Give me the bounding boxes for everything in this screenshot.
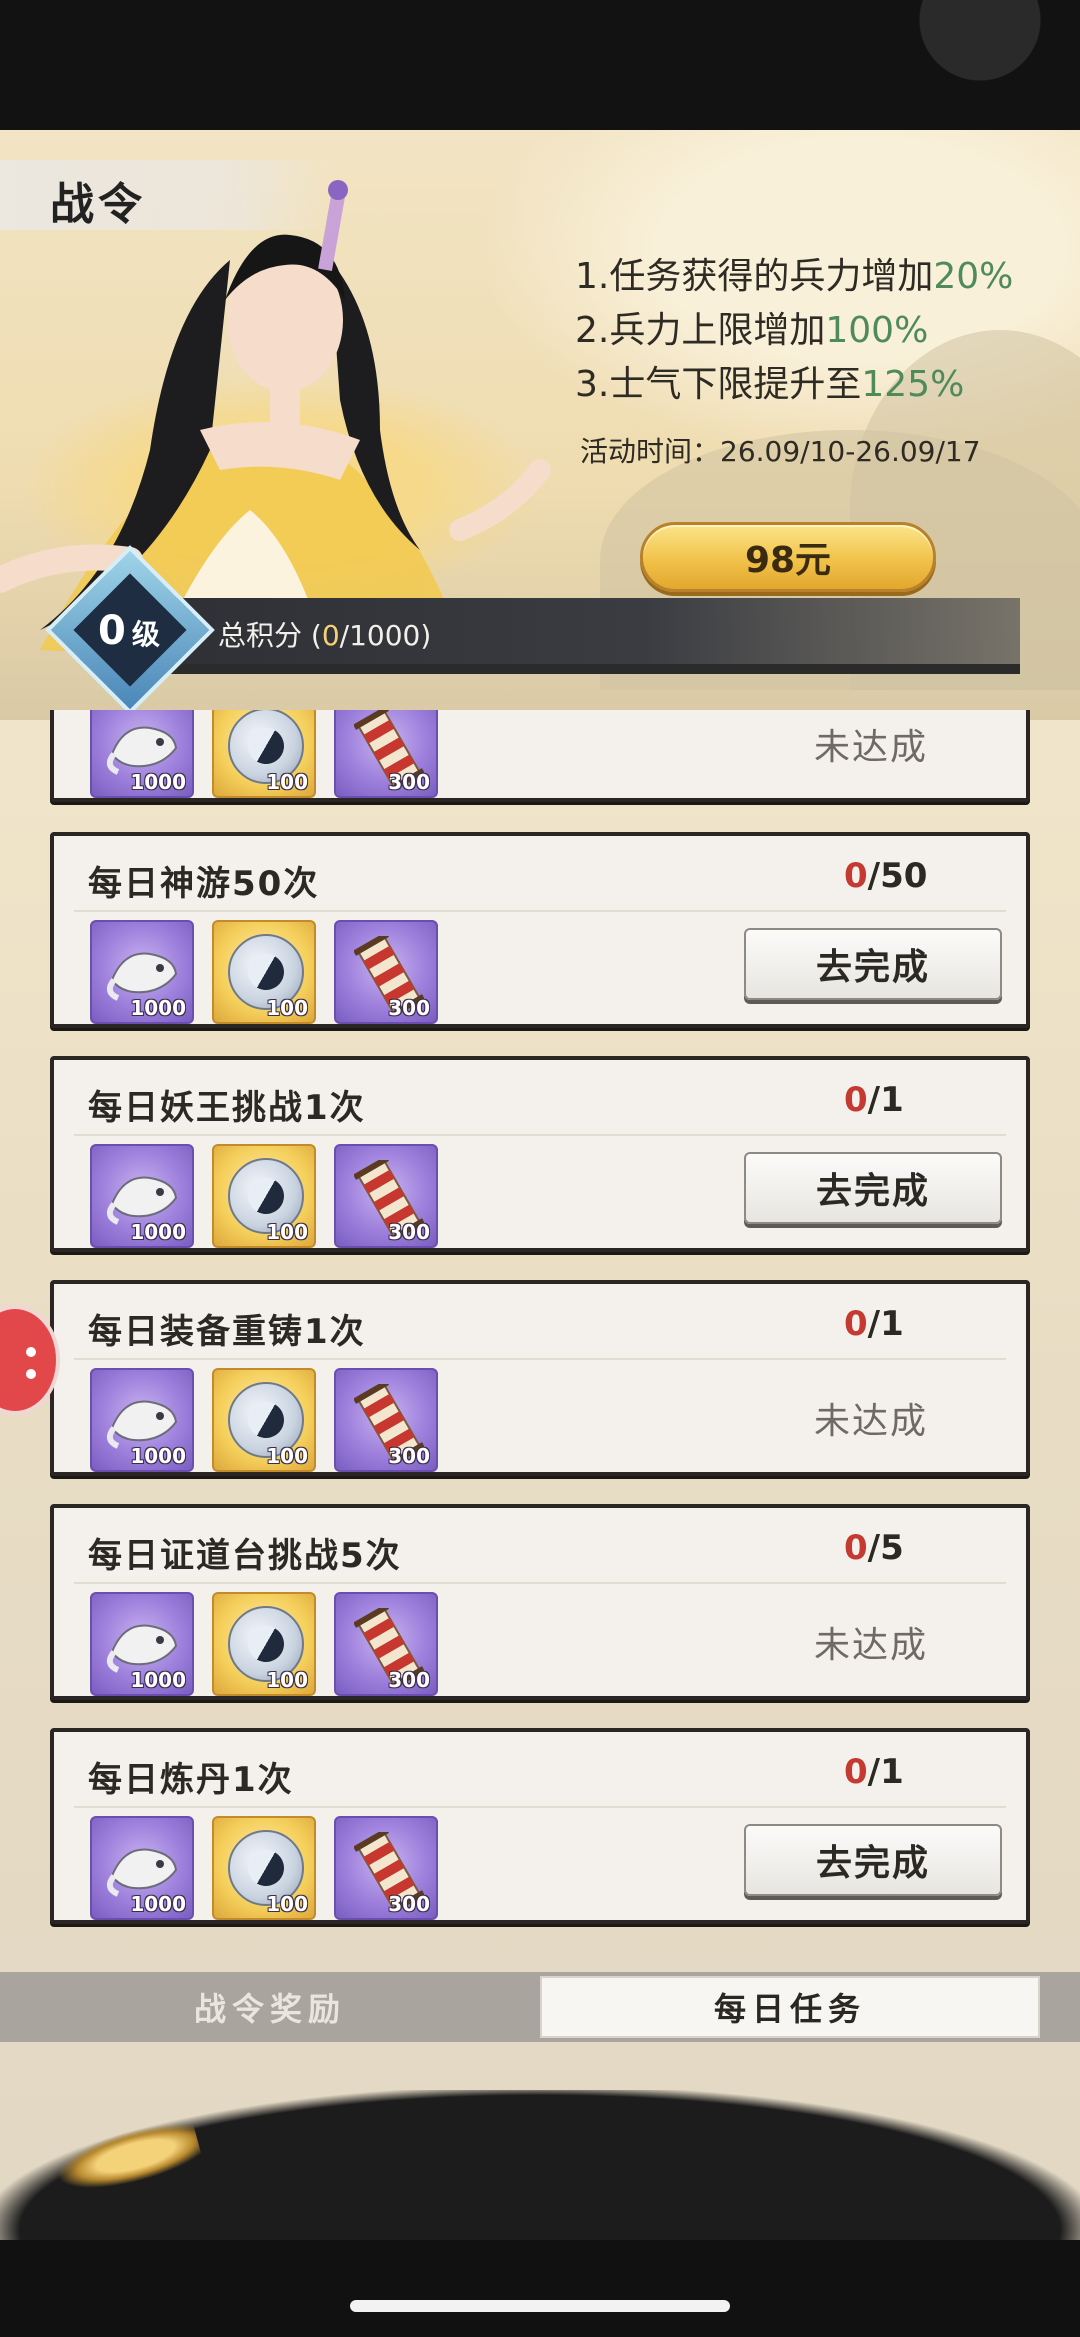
task-card: 每日神游50次 0/50 1000 100 300 去完成 [50, 832, 1030, 1028]
task-card: 每日证道台挑战5次 0/5 1000 100 300 未达成 [50, 1504, 1030, 1700]
spirit-beast-icon [106, 1176, 178, 1225]
reward-item[interactable]: 300 [334, 1368, 438, 1472]
tab-battle-pass-rewards[interactable]: 战令奖励 [0, 1972, 540, 2042]
activity-time: 活动时间：26.09/10-26.09/17 [580, 435, 981, 468]
task-title: 每日神游50次 [88, 864, 320, 904]
reward-row: 1000 100 300 [90, 710, 438, 798]
spirit-beast-icon [106, 1400, 178, 1449]
task-progress: 0/1 [844, 1752, 904, 1792]
reward-row: 1000 100 300 [90, 1144, 438, 1248]
reward-row: 1000 100 300 [90, 1592, 438, 1696]
reward-item[interactable]: 100 [212, 1144, 316, 1248]
reward-item[interactable]: 1000 [90, 920, 194, 1024]
reward-item[interactable]: 1000 [90, 710, 194, 798]
task-title: 每日证道台挑战5次 [88, 1536, 402, 1576]
perk-list: 1.任务获得的兵力增加20% 2.兵力上限增加100% 3.士气下限提升至125… [575, 250, 1013, 412]
reward-item[interactable]: 1000 [90, 1592, 194, 1696]
task-title: 每日炼丹1次 [88, 1760, 294, 1800]
status-not-achieved: 未达成 [814, 1401, 929, 1442]
task-card: 每日妖王挑战1次 0/1 1000 100 300 去完成 [50, 1056, 1030, 1252]
reward-item[interactable]: 300 [334, 1592, 438, 1696]
home-indicator[interactable] [350, 2300, 730, 2312]
tab-daily-tasks[interactable]: 每日任务 [540, 1976, 1040, 2038]
level-value: 0级 [98, 608, 160, 654]
reward-item[interactable]: 1000 [90, 1144, 194, 1248]
bottom-tabs: 战令奖励 每日任务 [0, 1972, 1080, 2042]
spirit-beast-icon [106, 1848, 178, 1897]
score-progress-track [155, 664, 1020, 674]
total-score: 总积分 (0/1000) [218, 619, 432, 652]
task-card: 1000 100 300 未达成 [50, 710, 1030, 802]
reward-row: 1000 100 300 [90, 920, 438, 1024]
task-progress: 0/1 [844, 1304, 904, 1344]
perk-item: 2.兵力上限增加100% [575, 310, 929, 351]
status-not-achieved: 未达成 [814, 1625, 929, 1666]
hero-banner: 战令 1.任务获得的兵力增加20% 2.兵力上限增加100% 3.士气下限提升至… [0, 130, 1080, 720]
go-complete-button[interactable]: 去完成 [744, 1152, 1002, 1224]
spirit-beast-icon [106, 952, 178, 1001]
reward-item[interactable]: 1000 [90, 1816, 194, 1920]
reward-item[interactable]: 100 [212, 920, 316, 1024]
battle-pass-panel: 战令 1.任务获得的兵力增加20% 2.兵力上限增加100% 3.士气下限提升至… [0, 130, 1080, 2240]
status-not-achieved: 未达成 [814, 727, 929, 768]
reward-item[interactable]: 100 [212, 1816, 316, 1920]
reward-item[interactable]: 1000 [90, 1368, 194, 1472]
go-complete-button[interactable]: 去完成 [744, 928, 1002, 1000]
task-progress: 0/1 [844, 1080, 904, 1120]
status-bar [0, 0, 1080, 130]
bottom-safe-area [0, 2240, 1080, 2337]
task-progress: 0/5 [844, 1528, 904, 1568]
task-list[interactable]: 1000 100 300 未达成 每日神游50次 0/50 1000 100 3… [0, 710, 1080, 1980]
reward-item[interactable]: 100 [212, 1368, 316, 1472]
spirit-beast-icon [106, 726, 178, 775]
reward-item[interactable]: 100 [212, 1592, 316, 1696]
spirit-beast-icon [106, 1624, 178, 1673]
reward-item[interactable]: 300 [334, 710, 438, 798]
reward-item[interactable]: 300 [334, 1816, 438, 1920]
reward-item[interactable]: 100 [212, 710, 316, 798]
go-complete-button[interactable]: 去完成 [744, 1824, 1002, 1896]
task-card: 每日炼丹1次 0/1 1000 100 300 去完成 [50, 1728, 1030, 1924]
task-card: 每日装备重铸1次 0/1 1000 100 300 未达成 [50, 1280, 1030, 1476]
perk-item: 1.任务获得的兵力增加20% [575, 256, 1014, 297]
reward-item[interactable]: 300 [334, 920, 438, 1024]
page-title: 战令 [50, 179, 146, 230]
task-title: 每日妖王挑战1次 [88, 1088, 366, 1128]
reward-row: 1000 100 300 [90, 1816, 438, 1920]
task-title: 每日装备重铸1次 [88, 1312, 366, 1352]
perk-item: 3.士气下限提升至125% [575, 364, 965, 405]
task-progress: 0/50 [844, 856, 928, 896]
reward-row: 1000 100 300 [90, 1368, 438, 1472]
purchase-button[interactable]: 98元 [640, 522, 936, 592]
reward-item[interactable]: 300 [334, 1144, 438, 1248]
